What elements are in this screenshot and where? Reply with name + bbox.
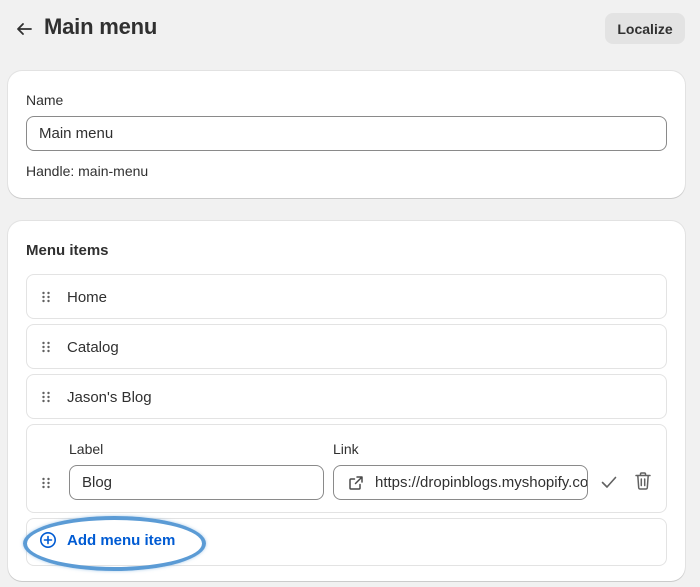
- drag-handle-icon[interactable]: [41, 291, 51, 303]
- localize-button[interactable]: Localize: [605, 13, 685, 44]
- menu-items-title: Menu items: [26, 242, 109, 259]
- drag-handle-icon[interactable]: [41, 477, 51, 489]
- link-value: https://dropinblogs.myshopify.com/blogs/…: [375, 474, 588, 491]
- label-input[interactable]: [69, 465, 324, 500]
- menu-item-label: Catalog: [67, 339, 119, 356]
- name-label: Name: [26, 92, 64, 108]
- arrow-left-icon: [17, 23, 32, 35]
- add-menu-item-label: Add menu item: [67, 531, 176, 549]
- trash-icon[interactable]: [634, 471, 652, 491]
- menu-item-label: Jason's Blog: [67, 389, 152, 406]
- drag-handle-icon[interactable]: [41, 341, 51, 353]
- menu-item-catalog[interactable]: Catalog: [26, 324, 667, 369]
- menu-items-card: Menu items Home Catalog Jason's Blog Lab…: [8, 221, 685, 581]
- plus-circle-icon: [40, 532, 56, 548]
- menu-item-jasons-blog[interactable]: Jason's Blog: [26, 374, 667, 419]
- external-link-icon: [349, 475, 363, 490]
- link-input[interactable]: https://dropinblogs.myshopify.com/blogs/…: [333, 465, 588, 500]
- name-card: Name Handle: main-menu: [8, 71, 685, 198]
- name-input[interactable]: [26, 116, 667, 151]
- add-menu-item-row: Add menu item: [26, 518, 667, 566]
- checkmark-icon[interactable]: [599, 472, 619, 492]
- page-title: Main menu: [44, 14, 158, 39]
- label-heading: Label: [69, 441, 104, 457]
- page-header: Main menu Localize: [0, 0, 700, 58]
- add-menu-item-button[interactable]: Add menu item: [39, 531, 175, 549]
- page: Main menu Localize Name Handle: main-men…: [0, 0, 700, 587]
- link-heading: Link: [333, 441, 359, 457]
- drag-handle-icon[interactable]: [41, 391, 51, 403]
- handle-text: Handle: main-menu: [26, 163, 149, 179]
- menu-item-home[interactable]: Home: [26, 274, 667, 319]
- menu-item-label: Home: [67, 289, 108, 306]
- menu-item-editor: Label Link https://dropinblogs.myshopify…: [26, 424, 667, 513]
- back-button[interactable]: [12, 17, 36, 41]
